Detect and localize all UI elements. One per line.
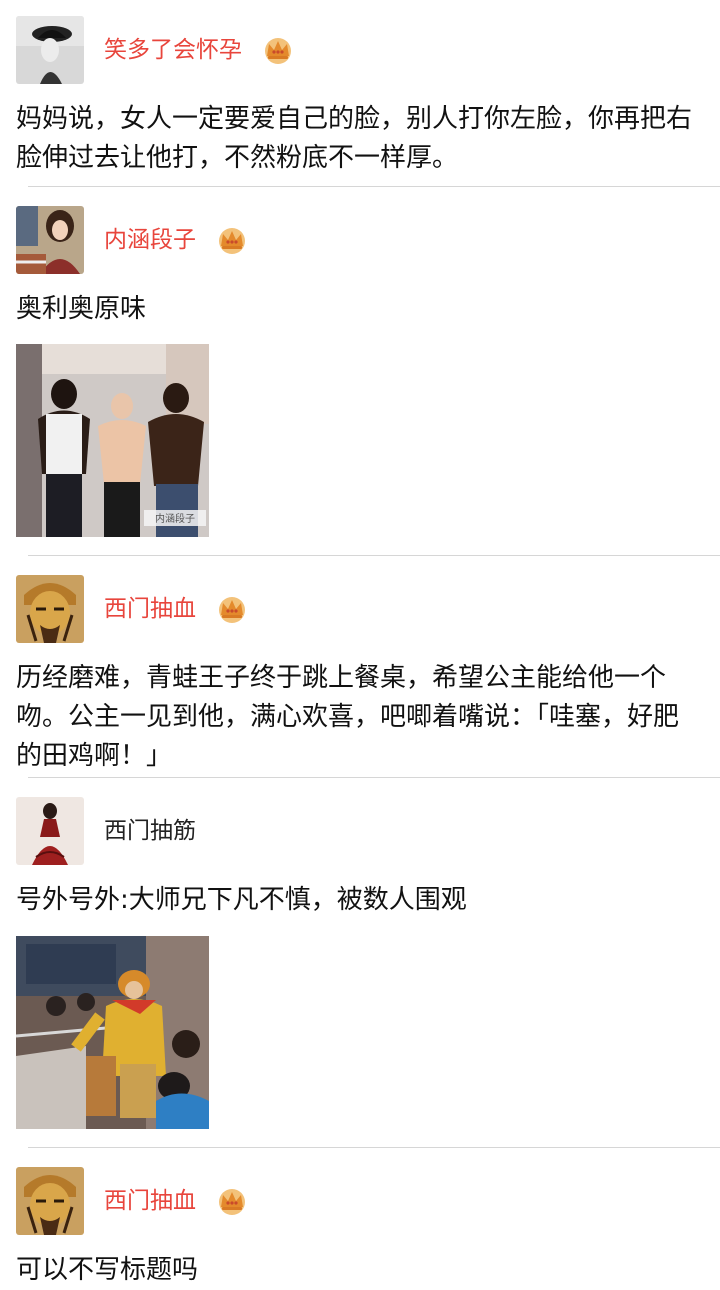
avatar[interactable] xyxy=(16,1167,84,1235)
avatar[interactable] xyxy=(16,797,84,865)
username[interactable]: 西门抽血 xyxy=(104,1167,196,1235)
avatar[interactable] xyxy=(16,206,84,274)
post-text: 历经磨难，青蛙王子终于跳上餐桌，希望公主能给他一个吻。公主一见到他，满心欢喜，吧… xyxy=(16,663,680,771)
post-header: 笑多了会怀孕 xyxy=(16,16,294,84)
username[interactable]: 西门抽血 xyxy=(104,575,196,643)
avatar[interactable] xyxy=(16,575,84,643)
post-image[interactable] xyxy=(16,936,209,1129)
crown-icon xyxy=(265,38,291,64)
image-watermark: 内涵段子 xyxy=(155,512,195,525)
post-header: 西门抽血 xyxy=(16,575,248,643)
divider xyxy=(28,186,720,187)
post-header: 西门抽血 xyxy=(16,1167,248,1235)
post-header: 内涵段子 xyxy=(16,206,248,274)
post-text: 妈妈说，女人一定要爱自己的脸，别人打你左脸，你再把右脸伸过去让他打，不然粉底不一… xyxy=(16,104,693,173)
username[interactable]: 西门抽筋 xyxy=(104,797,196,865)
post-text: 可以不写标题吗 xyxy=(16,1255,199,1285)
post-image[interactable]: 内涵段子 xyxy=(16,344,209,537)
divider xyxy=(28,777,720,778)
divider xyxy=(28,555,720,556)
post-feed: 笑多了会怀孕 妈妈说，女人一定要爱自己的脸，别人打你左脸，你再把右脸伸过去让他打… xyxy=(0,0,720,1285)
post-text: 号外号外:大师兄下凡不慎，被数人围观 xyxy=(16,885,467,915)
username[interactable]: 笑多了会怀孕 xyxy=(104,16,242,84)
post-header: 西门抽筋 xyxy=(16,797,196,865)
post-text: 奥利奥原味 xyxy=(16,294,147,324)
avatar[interactable] xyxy=(16,16,84,84)
username[interactable]: 内涵段子 xyxy=(104,206,196,274)
crown-icon xyxy=(219,1189,245,1215)
crown-icon xyxy=(219,597,245,623)
divider xyxy=(28,1147,720,1148)
crown-icon xyxy=(219,228,245,254)
